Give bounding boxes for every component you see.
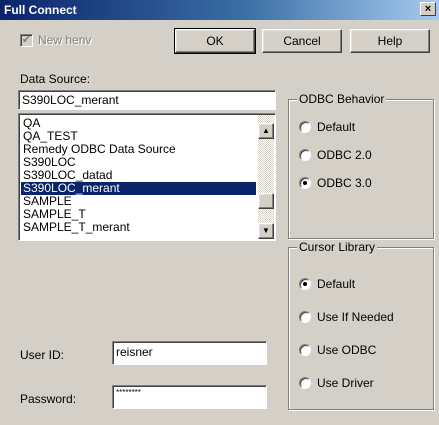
radio-button[interactable]: [299, 344, 311, 356]
scroll-up-button[interactable]: ▲: [258, 123, 274, 139]
close-button[interactable]: ×: [420, 2, 436, 16]
cancel-button-label: Cancel: [283, 34, 321, 48]
user-id-input[interactable]: reisner: [112, 341, 267, 365]
data-source-label: Data Source:: [20, 72, 91, 86]
scroll-down-button[interactable]: ▼: [258, 223, 274, 239]
user-id-label: User ID:: [20, 348, 65, 362]
cancel-button[interactable]: Cancel: [262, 29, 342, 53]
checkmark-icon: ✔: [21, 34, 32, 46]
ok-button-label: OK: [206, 34, 224, 48]
help-button-label: Help: [377, 34, 403, 48]
radio-button[interactable]: [299, 377, 311, 389]
down-arrow-icon: ▼: [262, 226, 270, 235]
new-henv-label: New henv: [38, 33, 92, 47]
close-icon: ×: [424, 3, 432, 15]
data-source-input[interactable]: S390LOC_merant: [18, 90, 276, 110]
help-button[interactable]: Help: [350, 29, 430, 53]
data-source-list[interactable]: QA QA_TEST Remedy ODBC Data Source S390LOC S…: [18, 113, 276, 241]
radio-label: Use If Needed: [317, 310, 394, 324]
odbc-behavior-group: ODBC Behavior Default ODBC 2.0 ODBC 3.0: [288, 92, 434, 239]
title-bar: Full Connect ×: [0, 0, 439, 20]
cursor-library-group: Cursor Library Default Use If Needed Use O…: [288, 240, 434, 410]
radio-label: Use Driver: [317, 376, 374, 390]
radio-label: ODBC 2.0: [317, 148, 372, 162]
radio-label: Default: [317, 277, 356, 291]
data-source-list-items: QA QA_TEST Remedy ODBC Data Source S390LOC S…: [21, 117, 256, 234]
radio-button[interactable]: [299, 278, 311, 290]
radio-button[interactable]: [299, 121, 311, 133]
radio-button[interactable]: [299, 149, 311, 161]
radio-button[interactable]: [299, 177, 311, 189]
ok-button[interactable]: OK: [174, 28, 256, 54]
user-id-input-value: reisner: [116, 345, 153, 359]
data-source-scrollbar[interactable]: ▲ ▼: [258, 115, 274, 239]
radio-label: Default: [317, 120, 356, 134]
radio-label: Use ODBC: [317, 343, 377, 357]
list-item[interactable]: SAMPLE_T_merant: [21, 221, 256, 234]
cursor-library-title: Cursor Library: [297, 240, 378, 254]
up-arrow-icon: ▲: [262, 126, 270, 135]
radio-label: ODBC 3.0: [317, 176, 372, 190]
data-source-input-value: S390LOC_merant: [22, 93, 119, 107]
scroll-thumb[interactable]: [258, 193, 274, 209]
odbc-behavior-title: ODBC Behavior: [297, 92, 387, 106]
radio-button[interactable]: [299, 311, 311, 323]
password-input[interactable]: ********: [112, 385, 267, 409]
password-input-value: ********: [116, 388, 141, 397]
password-label: Password:: [20, 392, 77, 406]
new-henv-checkbox[interactable]: ✔: [20, 34, 33, 47]
window-title: Full Connect: [4, 3, 77, 17]
